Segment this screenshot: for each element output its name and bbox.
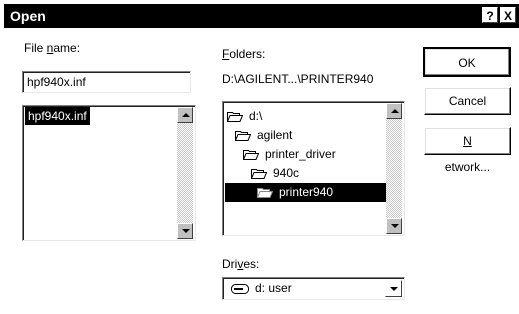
drives-select[interactable]: d: user — [222, 277, 405, 300]
scroll-up-button[interactable] — [177, 107, 193, 123]
open-folder-icon — [257, 187, 273, 198]
file-name-input-value: hpf940x.inf — [27, 75, 86, 89]
window-title: Open — [10, 8, 46, 24]
ok-button[interactable]: OK — [423, 47, 511, 77]
folder-tree-scrollbar[interactable] — [386, 103, 402, 234]
help-button[interactable]: ? — [482, 7, 498, 23]
tree-item-printer-driver[interactable]: printer_driver — [243, 145, 393, 163]
network-button[interactable]: Network... — [424, 127, 511, 174]
close-button[interactable]: X — [500, 7, 516, 23]
file-name-input[interactable]: hpf940x.inf — [22, 71, 191, 93]
open-folder-icon — [235, 130, 251, 141]
folders-label: Folders: — [222, 47, 266, 61]
up-arrow-icon — [182, 113, 190, 117]
folder-path: D:\AGILENT...\PRINTER940 — [222, 72, 374, 86]
drives-label: Drives: — [222, 257, 260, 271]
file-name-label: File name: — [24, 41, 81, 55]
title-bar: Open ? X — [4, 4, 519, 28]
open-folder-icon — [243, 149, 259, 160]
file-list-scrollbar[interactable] — [177, 107, 193, 239]
down-arrow-icon — [182, 229, 190, 233]
list-item-file[interactable]: hpf940x.inf — [25, 107, 90, 125]
drive-icon — [231, 283, 249, 294]
scroll-up-button[interactable] — [386, 103, 402, 119]
tree-item-printer940[interactable]: printer940 — [257, 183, 385, 201]
file-list[interactable]: hpf940x.inf — [22, 105, 196, 241]
down-arrow-icon — [391, 224, 399, 228]
folder-tree[interactable]: d:\ agilent printer_driver 940c printer9… — [222, 101, 405, 236]
scroll-down-button[interactable] — [386, 218, 402, 234]
cancel-button[interactable]: Cancel — [424, 87, 511, 115]
scroll-down-button[interactable] — [177, 223, 193, 239]
tree-item-agilent[interactable]: agilent — [235, 126, 385, 144]
open-dialog: Open ? X File name: hpf940x.inf hpf940x.… — [0, 0, 519, 314]
chevron-down-icon — [390, 287, 398, 291]
drives-select-value: d: user — [255, 281, 292, 295]
open-folder-icon — [227, 111, 243, 122]
open-folder-icon — [251, 168, 267, 179]
tree-item-940c[interactable]: 940c — [251, 164, 381, 182]
up-arrow-icon — [391, 109, 399, 113]
drives-dropdown-button[interactable] — [385, 280, 402, 297]
